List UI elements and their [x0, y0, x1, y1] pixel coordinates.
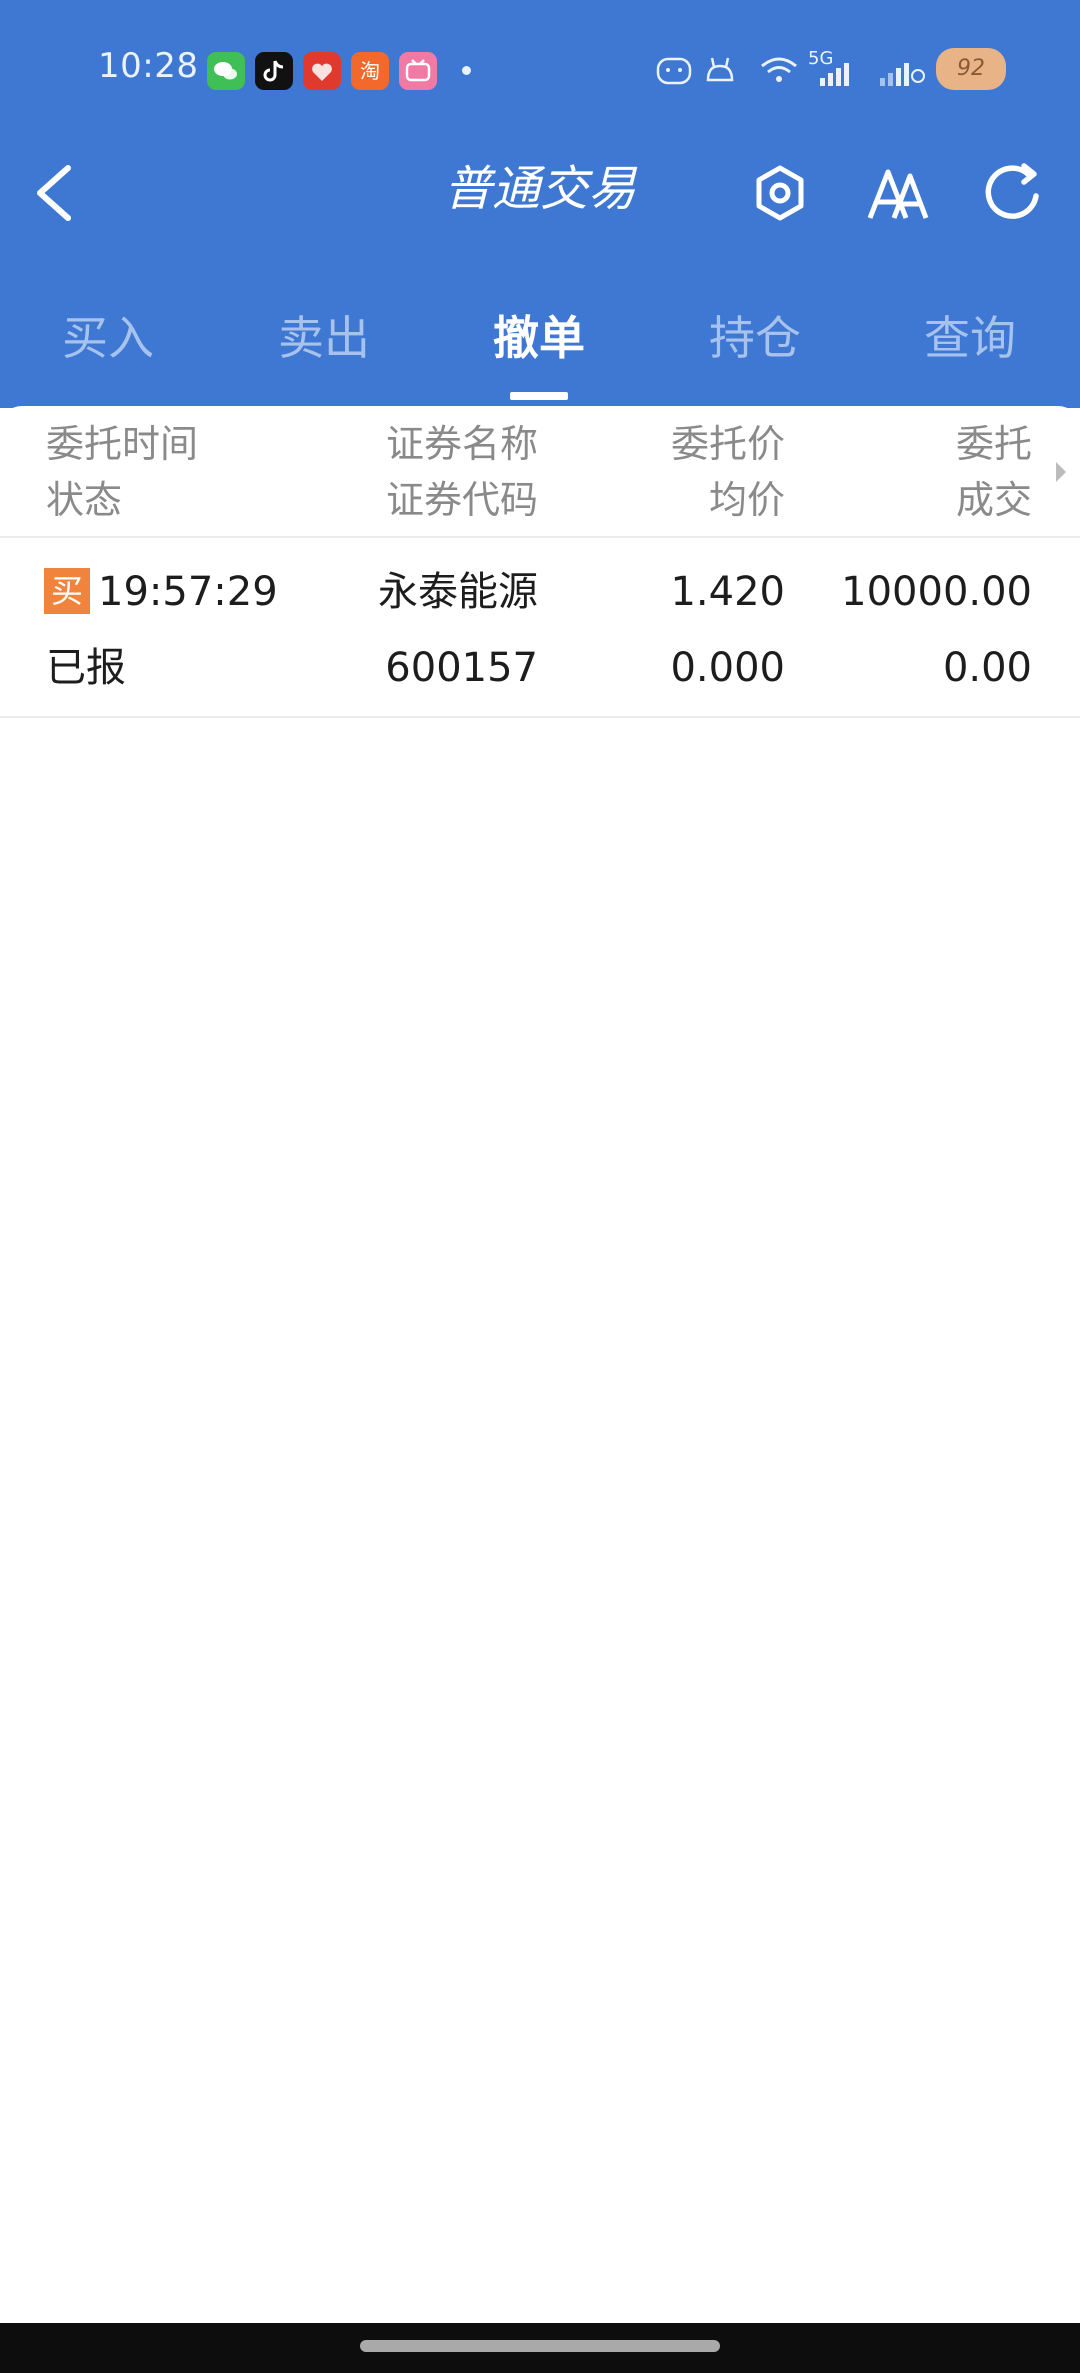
wechat-icon — [207, 52, 245, 90]
order-price: 1.420 — [670, 569, 785, 615]
signal-icon — [816, 50, 862, 90]
tab-cancel-order[interactable]: 撤单 — [449, 296, 629, 380]
home-gesture-handle[interactable] — [360, 2340, 720, 2352]
header-status: 状态 — [46, 478, 123, 522]
back-arrow-icon — [37, 165, 71, 221]
back-button[interactable] — [26, 158, 86, 228]
filled-qty: 0.00 — [942, 645, 1032, 691]
battery-indicator: 92 — [936, 48, 1006, 90]
page-title: 普通交易 — [443, 161, 636, 217]
signal-2-icon — [876, 50, 928, 90]
header-filled-qty: 成交 — [955, 478, 1032, 522]
refresh-icon — [985, 163, 1039, 219]
settings-button[interactable] — [745, 158, 815, 228]
header-avg-price: 均价 — [708, 478, 785, 522]
taobao-icon: 淘 — [351, 52, 389, 90]
order-qty: 10000.00 — [841, 569, 1032, 615]
order-status: 已报 — [46, 645, 126, 691]
gear-icon — [756, 165, 804, 221]
tiktok-icon — [255, 52, 293, 90]
refresh-button[interactable] — [978, 158, 1048, 228]
header-order-time: 委托时间 — [46, 422, 199, 466]
buy-badge: 买 — [44, 568, 90, 614]
xiaohongshu-icon — [303, 52, 341, 90]
status-bar: 10:28 淘 5G 92 — [0, 0, 1080, 140]
status-time: 10:28 — [98, 46, 199, 86]
order-time: 19:57:29 — [98, 569, 278, 615]
security-code: 600157 — [385, 645, 538, 691]
security-name: 永泰能源 — [378, 569, 538, 615]
active-tab-indicator — [510, 392, 568, 400]
sticker-bunny-icon — [700, 50, 740, 90]
row-divider — [0, 716, 1080, 718]
header-security-name: 证券名称 — [385, 422, 538, 466]
font-size-icon — [867, 169, 929, 219]
bilibili-icon — [399, 52, 437, 90]
wifi-icon — [756, 50, 802, 90]
tab-buy[interactable]: 买入 — [18, 296, 198, 380]
tab-sell[interactable]: 卖出 — [234, 296, 414, 380]
trade-tabs: 买入 卖出 撤单 持仓 查询 — [0, 296, 1080, 380]
header-divider — [0, 536, 1080, 538]
notification-dot — [462, 66, 471, 75]
sticker-face-icon — [654, 50, 694, 90]
header-security-code: 证券代码 — [385, 478, 538, 522]
system-nav-bar — [0, 2323, 1080, 2373]
tab-positions[interactable]: 持仓 — [665, 296, 845, 380]
avg-price: 0.000 — [670, 645, 785, 691]
font-size-button[interactable] — [864, 158, 934, 228]
header-order-price: 委托价 — [670, 422, 785, 466]
header-order-qty: 委托 — [955, 422, 1032, 466]
tab-query[interactable]: 查询 — [880, 296, 1060, 380]
scroll-right-arrow-icon[interactable] — [1056, 462, 1066, 482]
